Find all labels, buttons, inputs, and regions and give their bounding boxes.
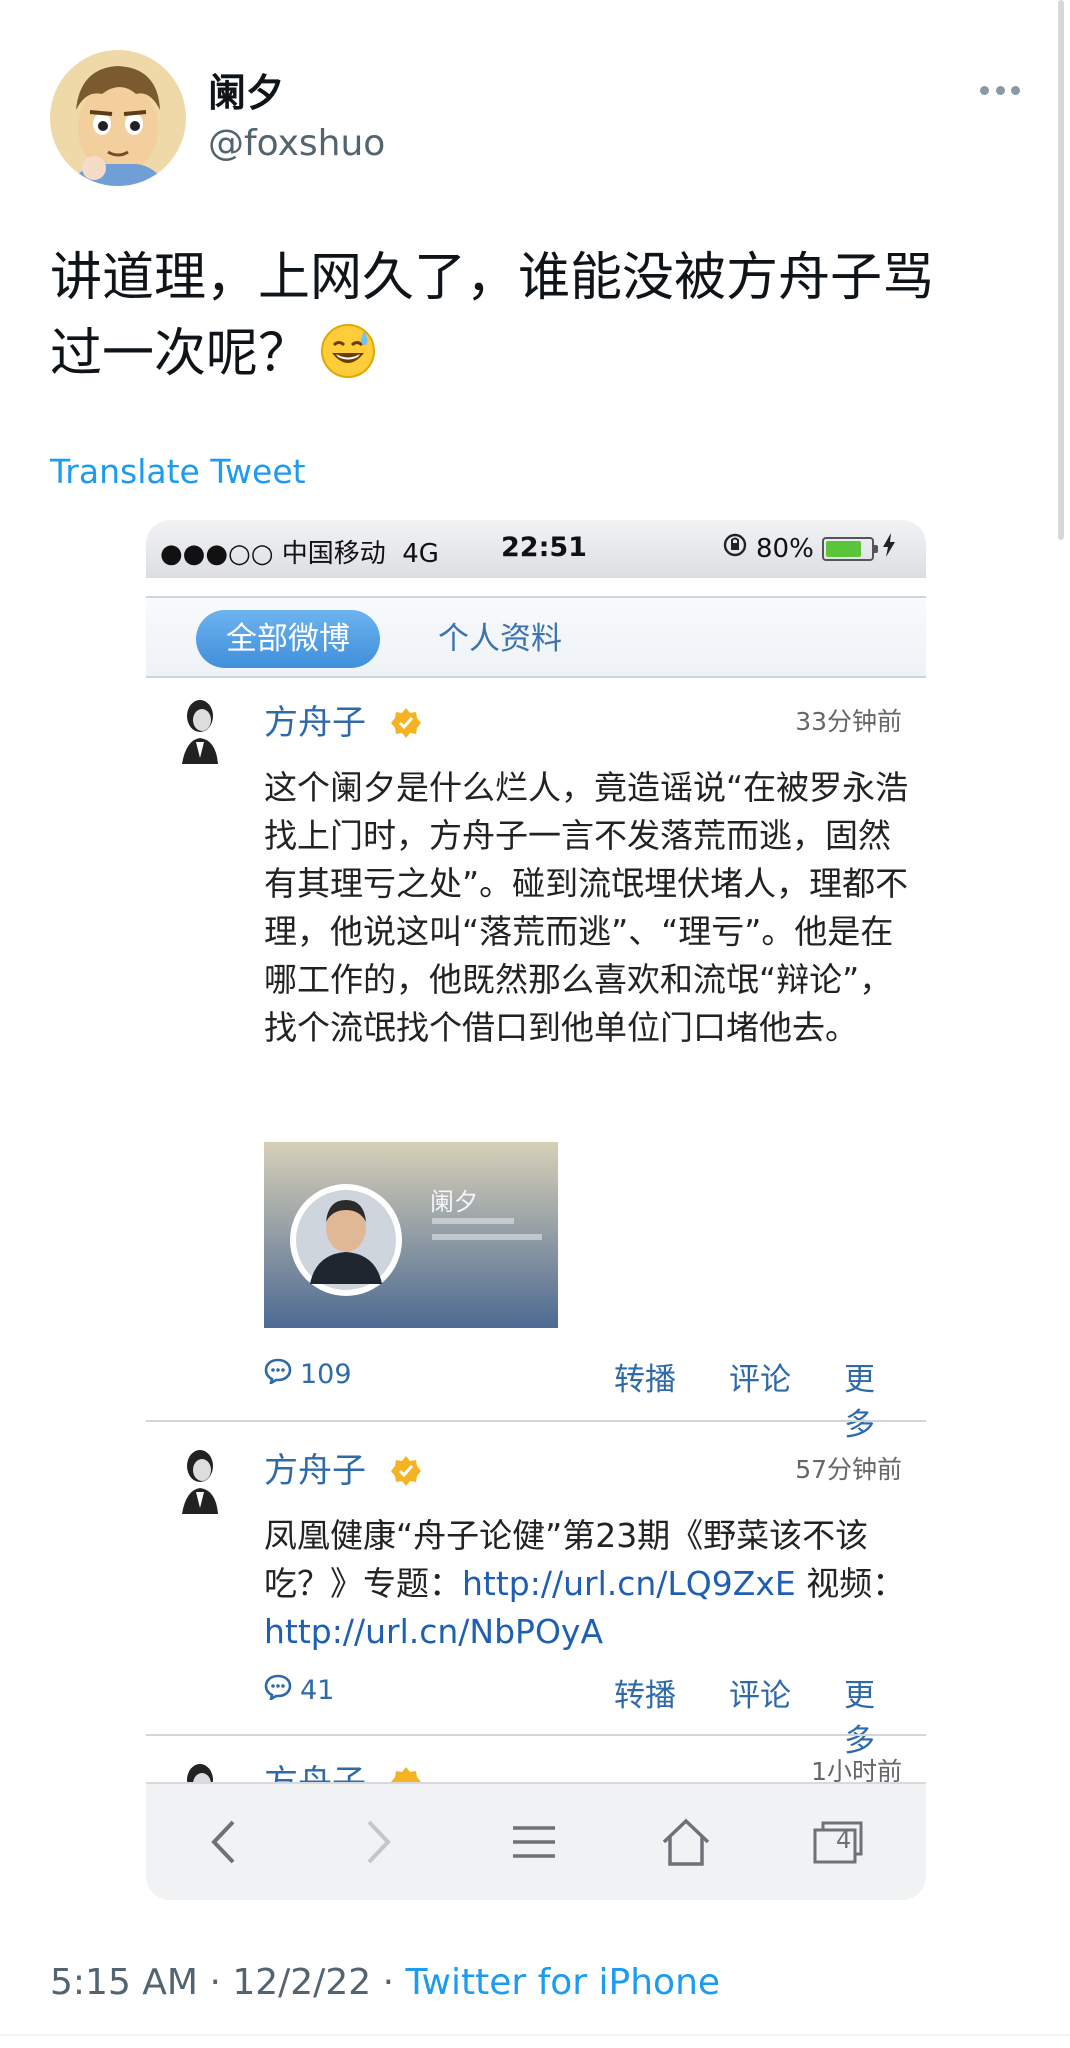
back-arrow-icon[interactable] [192,1810,256,1874]
tweet-text: 讲道理，上网久了，谁能没被方舟子骂 过一次呢？ [50,240,1010,400]
post-actions: 109 转播 评论 更多 [264,1354,904,1443]
post-timestamp: 33分钟前 [795,707,902,736]
post-author-name[interactable]: 方舟子 [264,702,366,744]
comment-button[interactable]: 评论 [729,1670,791,1715]
topic-link[interactable]: http://url.cn/LQ9ZxE [462,1564,796,1603]
verified-badge-icon [390,1455,422,1487]
comment-bubble-icon [264,1674,292,1707]
translate-tweet-link[interactable]: Translate Tweet [50,452,306,491]
user-handle[interactable]: @foxshuo [208,122,385,166]
post-author-avatar[interactable] [172,1444,226,1514]
phone-status-bar: ●●●○○ 中国移动 4G 22:51 80% [146,520,926,578]
tweet-text-line-2-text: 过一次呢？ [50,324,311,384]
network-label: 4G [402,539,439,569]
sweat-smile-emoji-icon [320,323,376,400]
weibo-tab-bar: 全部微博 个人资料 [146,596,926,678]
user-avatar[interactable] [50,50,186,186]
display-name[interactable]: 阑夕 [208,70,284,116]
battery-indicator: 80% [722,532,896,565]
post-divider [146,1734,926,1736]
tweet-text-line-2: 过一次呢？ [50,316,1010,400]
carrier-label: ●●●○○ 中国移动 [160,539,386,569]
video-link[interactable]: http://url.cn/NbPOyA [264,1612,603,1651]
tab-profile[interactable]: 个人资料 [438,610,562,668]
verified-badge-icon [390,707,422,739]
home-icon[interactable] [654,1810,718,1874]
page-scrollbar[interactable] [1058,0,1064,540]
more-button[interactable]: 更多 [844,1670,904,1760]
repost-button[interactable]: 转播 [614,1354,676,1399]
post-body-text-mid: 视频： [795,1564,906,1603]
post-actions: 41 转播 评论 更多 [264,1670,904,1759]
post-timestamp: 57分钟前 [795,1455,902,1484]
charging-bolt-icon [882,533,896,564]
post-author-name[interactable]: 方舟子 [264,1450,366,1492]
post-image-thumbnail[interactable]: 阑夕 [264,1142,558,1328]
comment-count[interactable]: 41 [264,1674,334,1707]
image-caption-name: 阑夕 [430,1188,478,1216]
tweet-date[interactable]: 12/2/22 [232,1962,371,2003]
browser-toolbar: 4 [146,1782,926,1900]
forward-arrow-icon[interactable] [346,1810,410,1874]
meta-separator: · [382,1962,395,2003]
tab-all-weibo[interactable]: 全部微博 [196,610,380,668]
comment-count-value: 41 [300,1675,335,1706]
repost-button[interactable]: 转播 [614,1670,676,1715]
battery-percent: 80% [756,533,814,564]
post-author-avatar[interactable] [172,694,226,764]
comment-count[interactable]: 109 [264,1358,352,1391]
comment-button[interactable]: 评论 [729,1354,791,1399]
status-time: 22:51 [501,532,587,563]
meta-separator: · [209,1962,221,2003]
post-body: 这个阑夕是什么烂人，竟造谣说“在被罗永浩找上门时，方舟子一言不发落荒而逃，固然有… [264,768,909,1047]
comment-bubble-icon [264,1358,292,1391]
post-body: 凤凰健康“舟子论健”第23期《野菜该不该吃？》专题：http://url.cn/… [264,1512,914,1656]
post-divider [146,1420,926,1422]
battery-icon [821,536,878,561]
more-button[interactable]: 更多 [844,1354,904,1444]
bottom-divider [0,2034,1070,2036]
more-options-icon[interactable] [980,82,1020,98]
tweet-client-link[interactable]: Twitter for iPhone [405,1962,720,2003]
attached-screenshot[interactable]: ●●●○○ 中国移动 4G 22:51 80% 全部微博 个人资料 方舟子 33… [146,520,926,1900]
tweet-meta: 5:15 AM · 12/2/22 · Twitter for iPhone [50,1962,720,2003]
tabs-icon[interactable]: 4 [806,1810,870,1874]
tweet-time[interactable]: 5:15 AM [50,1962,198,2003]
tab-count: 4 [836,1826,852,1854]
carrier-signal: ●●●○○ 中国移动 4G [160,533,439,570]
menu-list-icon[interactable] [502,1810,566,1874]
tweet-text-line-1: 讲道理，上网久了，谁能没被方舟子骂 [50,248,935,308]
rotation-lock-icon [722,532,748,565]
comment-count-value: 109 [300,1359,352,1390]
